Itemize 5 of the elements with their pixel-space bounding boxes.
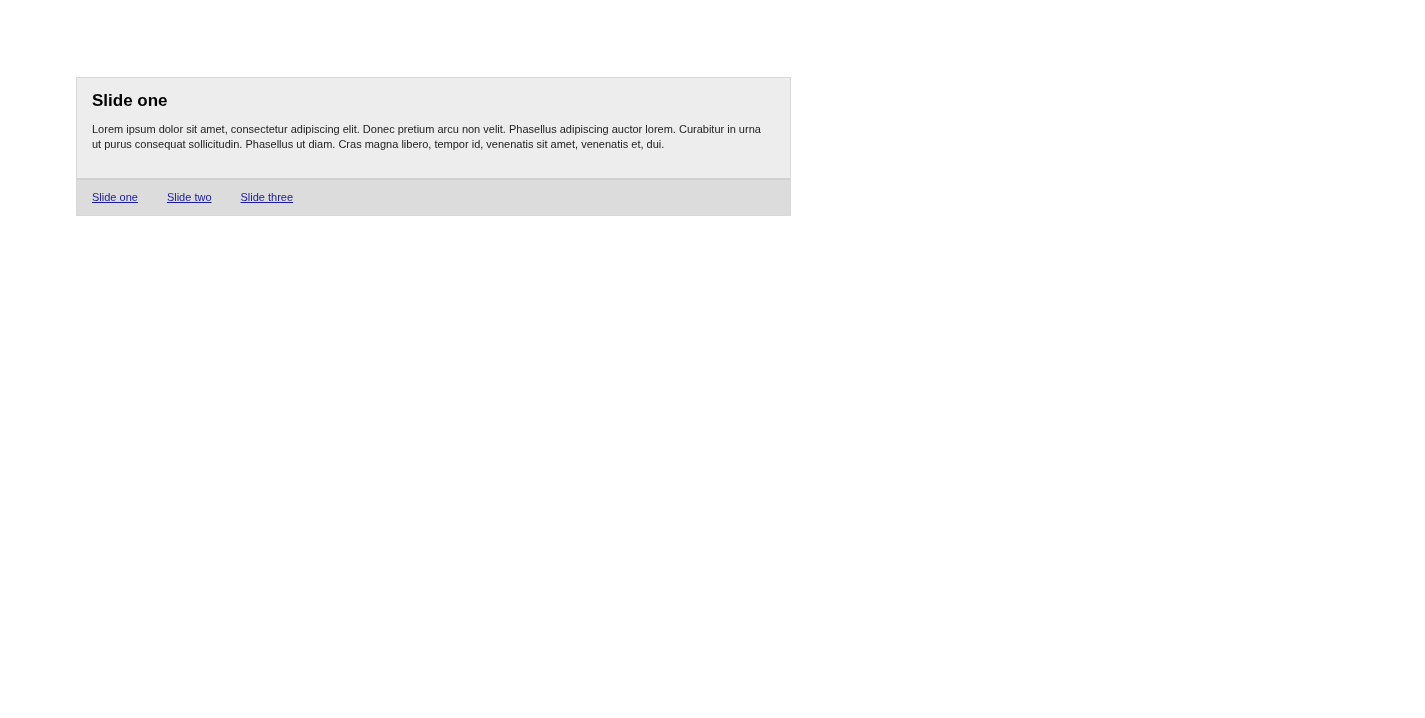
slide-link[interactable]: Slide one [92, 191, 138, 203]
slide-link[interactable]: Slide two [166, 191, 212, 203]
slide-title: Slide one [92, 91, 169, 111]
slide-text: Lorem ipsum dolor sit amet, consectetur adipiscing elit. Donec pretium arcu non velit. Phasellus adipiscing auctor lorem. Curabitur in urna ut purus consequat sollicitudin. Phasellus ut diam. Cras magna libero, tempor id, venenatis sit amet, venenatis et, dui. [92, 122, 762, 152]
slide-link[interactable]: Slide three [240, 191, 294, 203]
